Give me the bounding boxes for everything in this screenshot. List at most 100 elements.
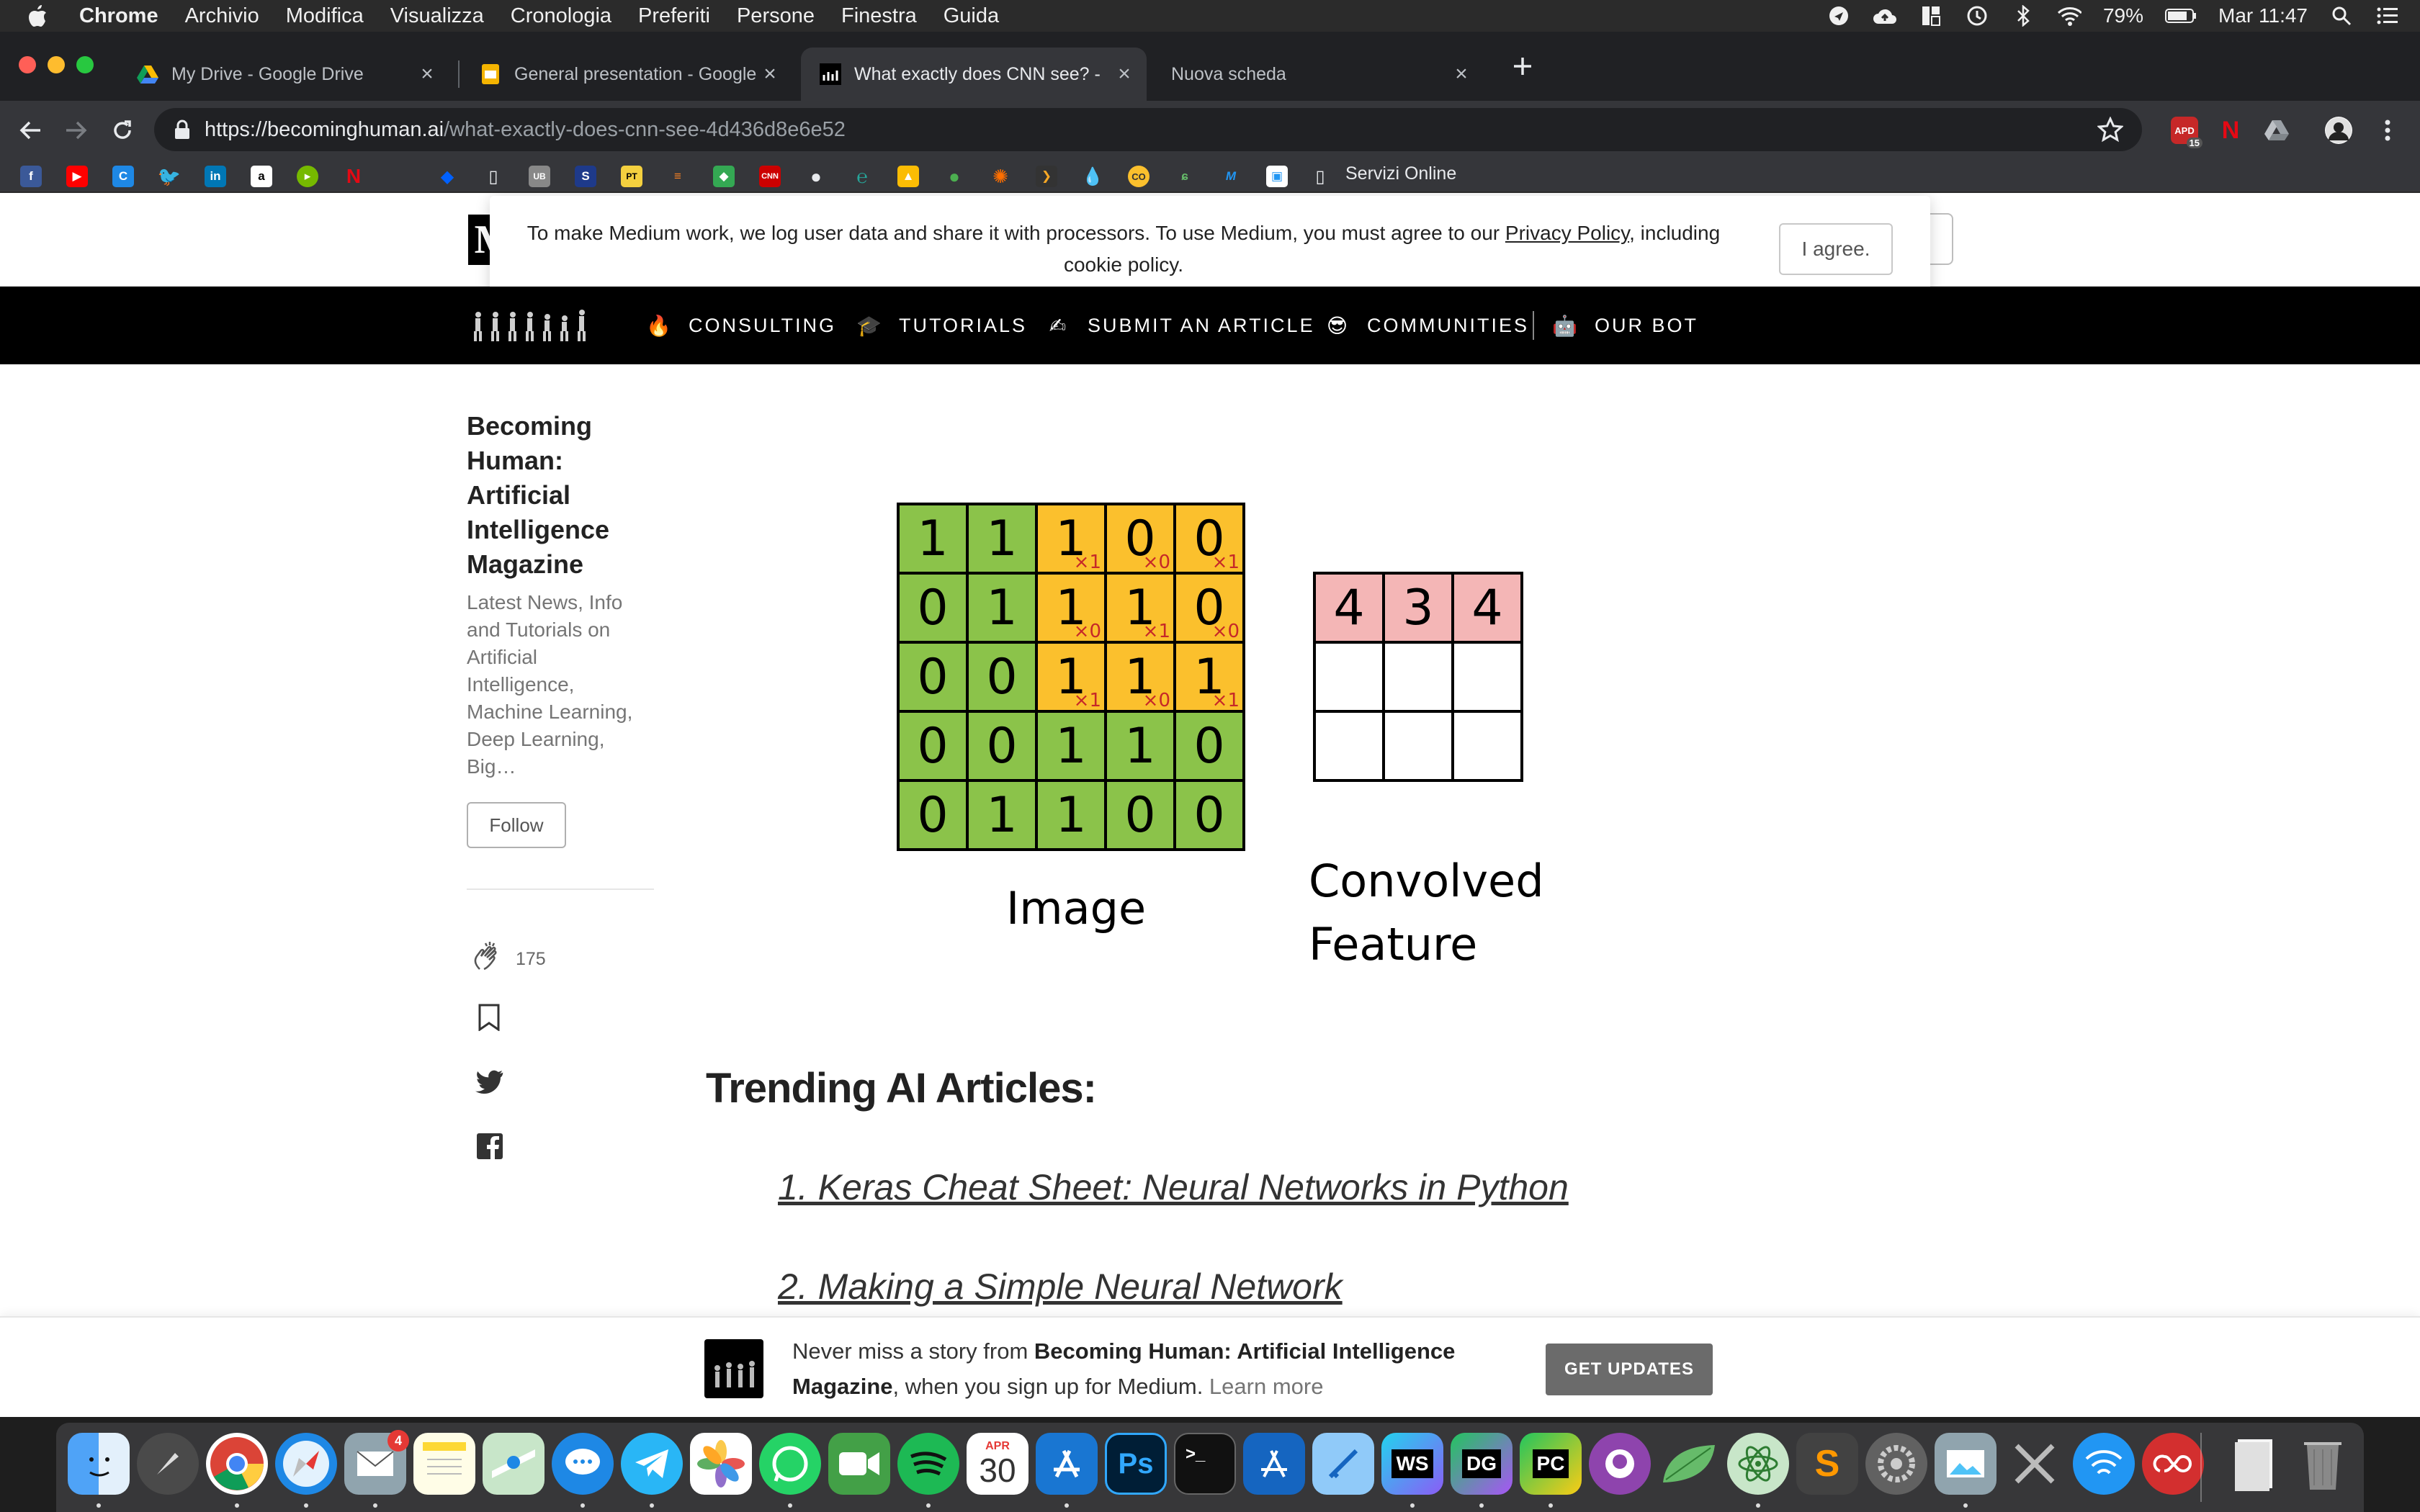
instruments-icon[interactable]	[1312, 1433, 1374, 1495]
notes-icon[interactable]	[413, 1433, 475, 1495]
bluetooth-icon[interactable]	[2011, 5, 2035, 27]
webstorm-icon[interactable]: WS	[1381, 1433, 1443, 1495]
bookmark-icon-c[interactable]: C	[112, 166, 134, 187]
page-bookmark-icon[interactable]: ▯	[483, 166, 504, 187]
gear-bookmark-icon[interactable]: ✺	[990, 166, 1011, 187]
tab-cnn-article[interactable]: What exactly does CNN see? - ×	[801, 48, 1147, 101]
nav-submit-article[interactable]: ✍ SUBMIT AN ARTICLE	[1047, 308, 1315, 343]
github-desktop-icon[interactable]	[1589, 1433, 1651, 1495]
menu-finestra[interactable]: Finestra	[841, 4, 917, 28]
app-store-icon[interactable]	[1036, 1433, 1098, 1495]
ub-bookmark-icon[interactable]: UB	[529, 166, 550, 187]
terminal-icon[interactable]: >_	[1174, 1433, 1236, 1495]
bookmark-icon-square[interactable]: ▣	[1266, 166, 1288, 187]
cloud-upload-icon[interactable]	[1873, 5, 1897, 27]
hangouts-bookmark-icon[interactable]: ●	[944, 166, 965, 187]
get-updates-button[interactable]: GET UPDATES	[1546, 1344, 1713, 1395]
forward-arrow-icon[interactable]	[62, 116, 91, 145]
arrow-bookmark-icon[interactable]: ❯	[1036, 166, 1057, 187]
cnn-bookmark-icon[interactable]: CNN	[759, 166, 781, 187]
menu-clock[interactable]: Mar 11:47	[2218, 4, 2308, 27]
close-icon[interactable]: ×	[1112, 62, 1137, 86]
maps-icon[interactable]	[483, 1433, 544, 1495]
facebook-share-icon[interactable]	[477, 1133, 503, 1159]
spotlight-search-icon[interactable]	[2329, 5, 2354, 27]
menu-app-name[interactable]: Chrome	[79, 4, 158, 28]
address-bar[interactable]: https://becominghuman.ai/what-exactly-do…	[154, 108, 2142, 151]
telegram-icon[interactable]	[621, 1433, 683, 1495]
tab-google-slides[interactable]: General presentation - Google ×	[461, 48, 792, 101]
whatsapp-icon[interactable]	[759, 1433, 821, 1495]
tab-google-drive[interactable]: My Drive - Google Drive ×	[118, 48, 449, 101]
lock-icon[interactable]	[173, 119, 192, 140]
close-icon[interactable]: ×	[415, 62, 439, 86]
drive-bookmark-icon[interactable]: ▲	[897, 166, 919, 187]
utilities-tools-icon[interactable]	[2004, 1433, 2066, 1495]
mail-icon[interactable]: 4	[344, 1430, 409, 1495]
s-bookmark-icon[interactable]: S	[575, 166, 596, 187]
notification-center-icon[interactable]	[2375, 5, 2400, 27]
article-link-keras[interactable]: 1. Keras Cheat Sheet: Neural Networks in…	[778, 1166, 1569, 1208]
pycharm-icon[interactable]: PC	[1520, 1433, 1582, 1495]
photoshop-icon[interactable]: Ps	[1105, 1433, 1167, 1495]
bookmark-icon[interactable]	[478, 1004, 500, 1031]
menu-persone[interactable]: Persone	[737, 4, 815, 28]
close-icon[interactable]: ×	[758, 62, 782, 86]
facetime-icon[interactable]	[828, 1433, 890, 1495]
amazon-bookmark-icon[interactable]: a	[251, 166, 272, 187]
trash-icon[interactable]	[2292, 1433, 2354, 1495]
maximize-window-button[interactable]	[76, 56, 94, 73]
new-tab-plus-icon[interactable]	[1508, 52, 1537, 81]
launchpad-icon[interactable]	[137, 1433, 199, 1495]
photos-icon[interactable]	[690, 1433, 752, 1495]
publication-name[interactable]: Becoming Human: Artificial Intelligence …	[467, 409, 611, 582]
back-arrow-icon[interactable]	[16, 116, 45, 145]
becoming-human-logo[interactable]	[468, 308, 591, 343]
chrome-menu-icon[interactable]	[2374, 117, 2401, 144]
learn-more-link[interactable]: Learn more	[1209, 1374, 1324, 1399]
twitter-share-icon[interactable]	[475, 1070, 504, 1094]
play-bookmark-icon[interactable]: ▸	[297, 166, 318, 187]
nav-tutorials[interactable]: 🎓 TUTORIALS	[856, 308, 1027, 343]
agree-button[interactable]: I agree.	[1779, 223, 1893, 275]
spotify-icon[interactable]	[897, 1433, 959, 1495]
stackoverflow-bookmark-icon[interactable]: ≡	[667, 166, 689, 187]
apple-icon[interactable]	[27, 4, 56, 27]
time-machine-icon[interactable]	[1965, 5, 1989, 27]
bookmark-servizi-online[interactable]: Servizi Online	[1345, 163, 1456, 184]
google-drive-extension-icon[interactable]	[2263, 117, 2290, 144]
battery-icon[interactable]	[2165, 5, 2197, 27]
menu-modifica[interactable]: Modifica	[286, 4, 364, 28]
bookmark-icon-m[interactable]: M	[1220, 166, 1242, 187]
preview-icon[interactable]	[1935, 1433, 1996, 1495]
location-icon[interactable]	[1827, 5, 1851, 27]
finder-icon[interactable]	[68, 1433, 130, 1495]
pt-bookmark-icon[interactable]: PT	[621, 166, 642, 187]
profile-avatar[interactable]	[2325, 117, 2352, 144]
article-link-neural-network[interactable]: 2. Making a Simple Neural Network	[778, 1266, 1343, 1308]
bookmark-icon-g[interactable]: ɕ	[1174, 166, 1196, 187]
facebook-bookmark-icon[interactable]: f	[20, 166, 42, 187]
xcode-icon[interactable]	[1243, 1433, 1305, 1495]
system-preferences-icon[interactable]	[1865, 1433, 1927, 1495]
window-layout-icon[interactable]	[1919, 5, 1943, 27]
safari-icon[interactable]	[275, 1433, 337, 1495]
wireless-diagnostics-icon[interactable]	[2073, 1433, 2135, 1495]
netflix-bookmark-icon[interactable]: N	[343, 165, 364, 187]
documents-stack-icon[interactable]	[2224, 1433, 2286, 1495]
bookmark-icon-e[interactable]: ℮	[851, 166, 873, 187]
nav-communities[interactable]: 😎 COMMUNITIES	[1327, 308, 1529, 343]
minimize-window-button[interactable]	[48, 56, 65, 73]
sublime-text-icon[interactable]: S	[1796, 1433, 1858, 1495]
nav-our-bot[interactable]: 🤖 OUR BOT	[1552, 308, 1698, 343]
maps-bookmark-icon[interactable]: ◆	[713, 166, 735, 187]
clap-icon[interactable]	[471, 940, 506, 978]
twitter-bookmark-icon[interactable]: 🐦	[158, 166, 181, 187]
atom-icon[interactable]	[1727, 1433, 1789, 1495]
calendar-icon[interactable]: APR 30	[967, 1433, 1028, 1495]
tab-new-tab[interactable]: Nuova scheda ×	[1152, 48, 1484, 101]
github-bookmark-icon[interactable]: ●	[805, 166, 827, 187]
wifi-icon[interactable]	[2057, 5, 2081, 27]
follow-button[interactable]: Follow	[467, 802, 566, 848]
close-icon[interactable]: ×	[1449, 62, 1474, 86]
